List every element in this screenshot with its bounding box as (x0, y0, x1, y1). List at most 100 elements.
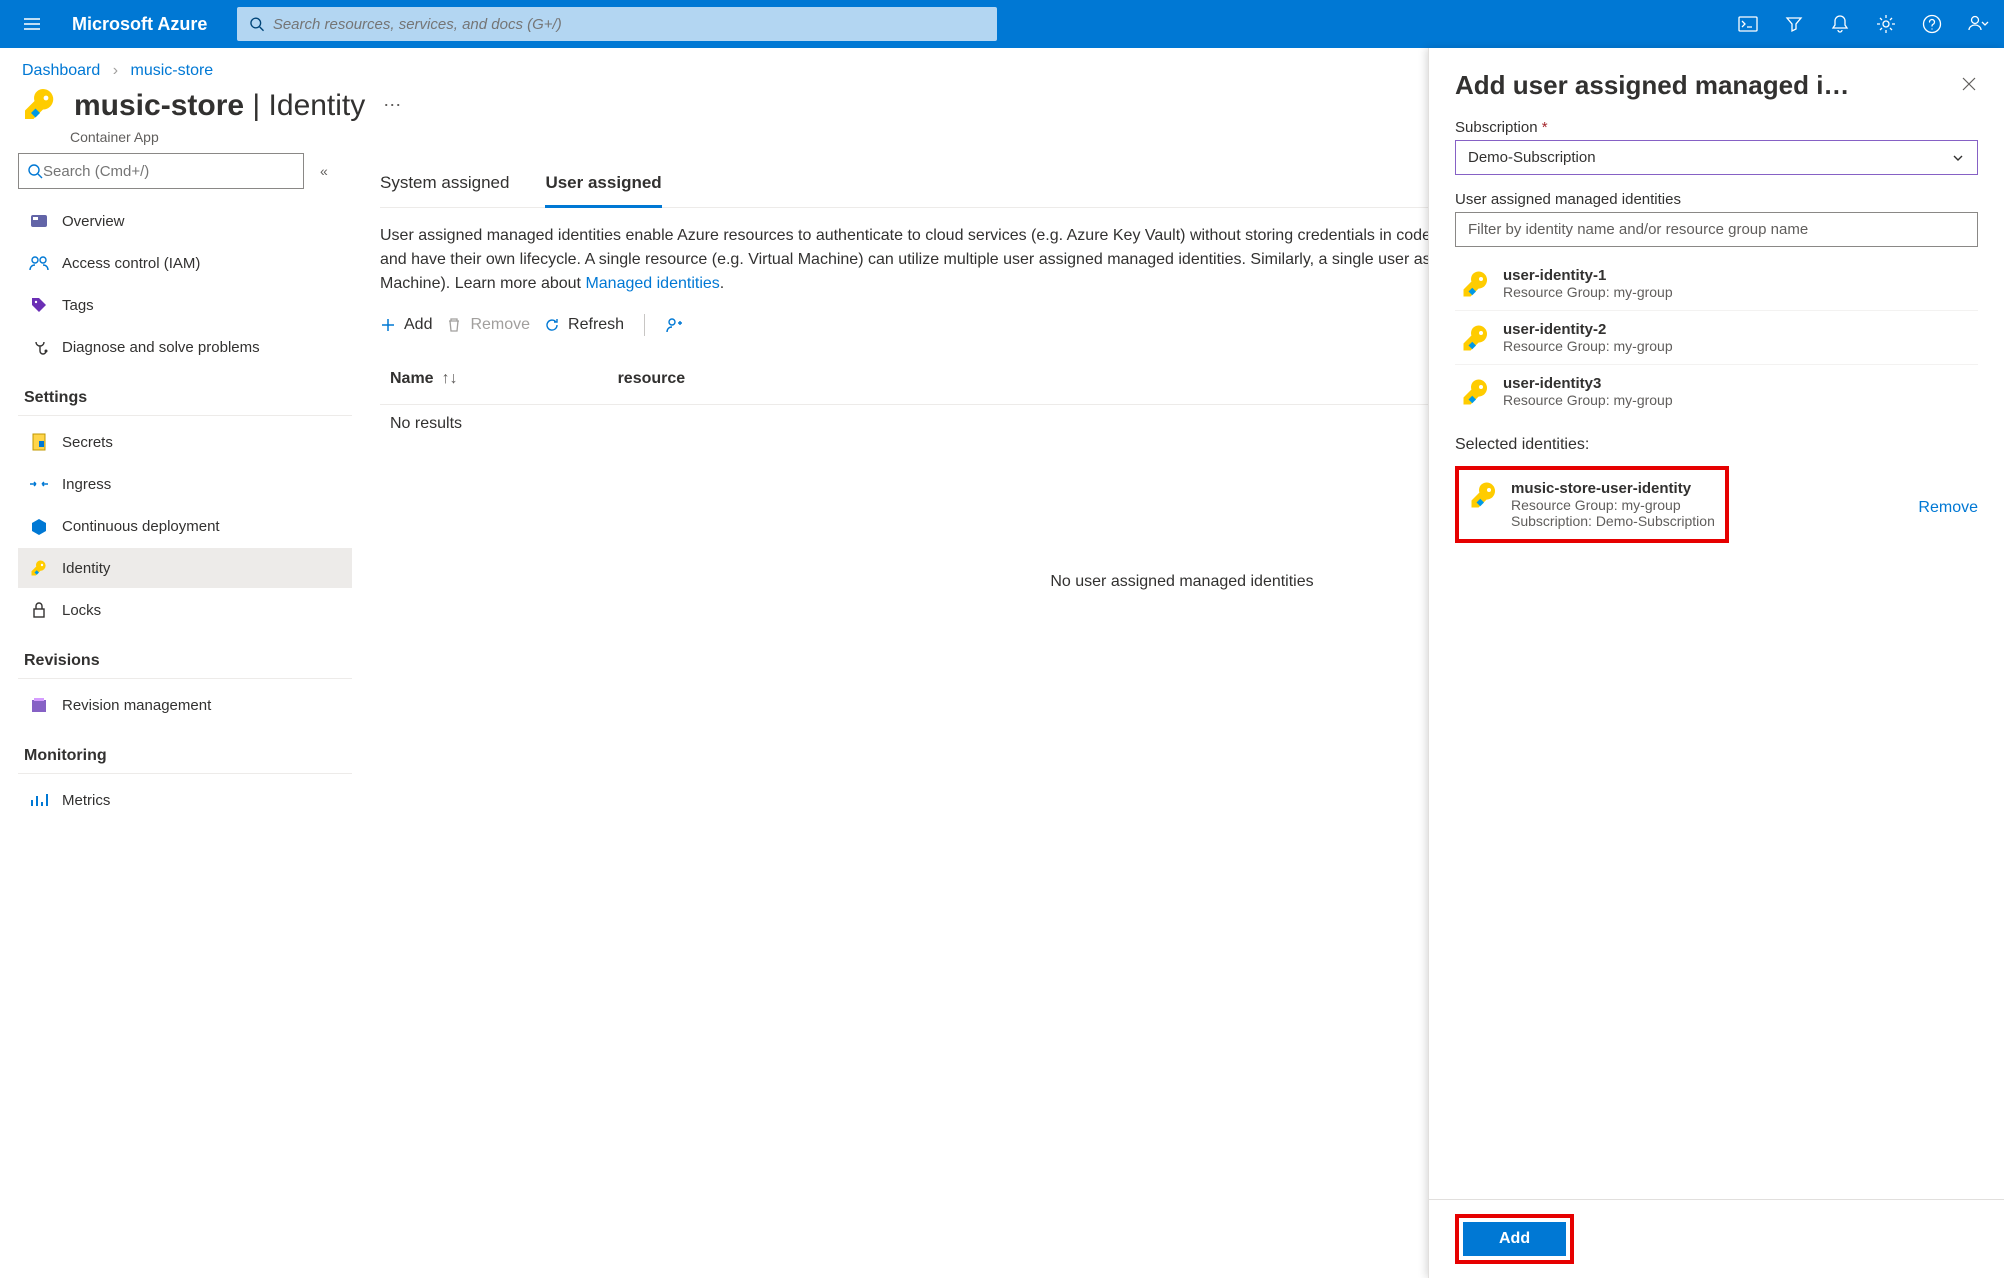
help-icon[interactable] (1918, 10, 1946, 38)
iam-icon (28, 255, 50, 271)
identity-list: user-identity-1 Resource Group: my-group… (1455, 257, 1978, 418)
assign-button[interactable] (665, 317, 683, 333)
feedback-icon[interactable] (1964, 10, 1992, 38)
managed-identities-link[interactable]: Managed identities (585, 275, 719, 292)
key-icon (22, 86, 58, 125)
sidebar-item-label: Access control (IAM) (62, 255, 200, 272)
identity-name: user-identity3 (1503, 375, 1673, 392)
key-icon (1469, 480, 1499, 510)
sidebar-item-label: Tags (62, 297, 94, 314)
collapse-sidebar-icon[interactable]: « (320, 163, 328, 179)
identity-rg: Resource Group: my-group (1503, 338, 1673, 354)
overview-icon (28, 212, 50, 230)
sidebar-item-label: Locks (62, 602, 101, 619)
sidebar-section-revisions: Revisions (18, 632, 352, 679)
plus-icon (380, 317, 396, 333)
selected-name: music-store-user-identity (1511, 480, 1715, 497)
refresh-button[interactable]: Refresh (544, 316, 624, 334)
identity-name: user-identity-2 (1503, 321, 1673, 338)
global-search[interactable] (237, 7, 997, 41)
lock-icon (28, 601, 50, 619)
global-search-input[interactable] (273, 16, 986, 33)
separator (644, 314, 645, 336)
key-icon (1461, 269, 1491, 299)
breadcrumb-item[interactable]: Dashboard (22, 62, 100, 79)
sort-icon[interactable]: ↑↓ (442, 370, 458, 387)
sidebar-search-input[interactable] (43, 163, 295, 180)
ingress-icon (28, 477, 50, 491)
cd-icon (28, 517, 50, 535)
cloud-shell-icon[interactable] (1734, 10, 1762, 38)
refresh-icon (544, 317, 560, 333)
sidebar-item-identity[interactable]: Identity (18, 548, 352, 588)
filter-icon[interactable] (1780, 10, 1808, 38)
sidebar-section-monitoring: Monitoring (18, 727, 352, 774)
sidebar-item-diagnose[interactable]: Diagnose and solve problems (18, 327, 352, 367)
hamburger-menu-icon[interactable] (12, 14, 52, 34)
sidebar-item-label: Metrics (62, 792, 110, 809)
page-section: Identity (269, 89, 366, 122)
sidebar-item-tags[interactable]: Tags (18, 285, 352, 325)
panel-title: Add user assigned managed i… (1455, 70, 1849, 101)
tab-user-assigned[interactable]: User assigned (545, 163, 661, 207)
add-button[interactable]: Add (380, 316, 432, 334)
revision-icon (28, 696, 50, 714)
topbar: Microsoft Azure (0, 0, 2004, 48)
bell-icon[interactable] (1826, 10, 1854, 38)
sidebar-item-metrics[interactable]: Metrics (18, 780, 352, 820)
sidebar-item-ingress[interactable]: Ingress (18, 464, 352, 504)
metrics-icon (28, 792, 50, 808)
remove-button: Remove (446, 316, 530, 334)
brand[interactable]: Microsoft Azure (72, 14, 207, 35)
close-icon[interactable] (1960, 75, 1978, 96)
diagnose-icon (28, 338, 50, 356)
resource-name: music-store (74, 89, 244, 122)
selected-label: Selected identities: (1455, 436, 1978, 454)
secrets-icon (28, 433, 50, 451)
sidebar-item-label: Diagnose and solve problems (62, 339, 260, 356)
sidebar-item-label: Continuous deployment (62, 518, 220, 535)
identity-row[interactable]: user-identity-2 Resource Group: my-group (1455, 311, 1978, 365)
sidebar-item-revision[interactable]: Revision management (18, 685, 352, 725)
add-button[interactable]: Add (1463, 1222, 1566, 1256)
sidebar-item-iam[interactable]: Access control (IAM) (18, 243, 352, 283)
subscription-value: Demo-Subscription (1468, 149, 1596, 166)
identities-label: User assigned managed identities (1455, 191, 1978, 208)
tags-icon (28, 296, 50, 314)
remove-link[interactable]: Remove (1918, 499, 1978, 517)
key-icon (28, 559, 50, 577)
gear-icon[interactable] (1872, 10, 1900, 38)
chevron-right-icon: › (113, 62, 118, 79)
sidebar: « Overview Access control (IAM) Tags Dia… (0, 153, 360, 1278)
subscription-label: Subscription * (1455, 119, 1978, 136)
sidebar-item-secrets[interactable]: Secrets (18, 422, 352, 462)
chevron-down-icon (1951, 151, 1965, 165)
column-name[interactable]: Name (390, 370, 434, 387)
sidebar-item-cd[interactable]: Continuous deployment (18, 506, 352, 546)
identity-rg: Resource Group: my-group (1503, 392, 1673, 408)
tab-system-assigned[interactable]: System assigned (380, 163, 509, 207)
selected-identity: music-store-user-identity Resource Group… (1455, 466, 1729, 543)
sidebar-item-label: Revision management (62, 697, 211, 714)
search-icon (27, 163, 43, 179)
sidebar-item-label: Secrets (62, 434, 113, 451)
search-icon (249, 16, 264, 32)
key-icon (1461, 377, 1491, 407)
identity-filter-input[interactable]: Filter by identity name and/or resource … (1455, 212, 1978, 247)
sidebar-item-locks[interactable]: Locks (18, 590, 352, 630)
add-identity-panel: Add user assigned managed i… Subscriptio… (1428, 48, 2004, 1278)
selected-sub: Subscription: Demo-Subscription (1511, 513, 1715, 529)
sidebar-item-overview[interactable]: Overview (18, 201, 352, 241)
more-icon[interactable]: ⋯ (383, 95, 401, 116)
person-icon (665, 317, 683, 333)
subscription-dropdown[interactable]: Demo-Subscription (1455, 140, 1978, 175)
identity-rg: Resource Group: my-group (1503, 284, 1673, 300)
breadcrumb-item[interactable]: music-store (131, 62, 214, 79)
sidebar-section-settings: Settings (18, 369, 352, 416)
column-resource[interactable]: resource (618, 370, 686, 388)
sidebar-item-label: Ingress (62, 476, 111, 493)
identity-row[interactable]: user-identity3 Resource Group: my-group (1455, 365, 1978, 418)
sidebar-item-label: Identity (62, 560, 110, 577)
identity-row[interactable]: user-identity-1 Resource Group: my-group (1455, 257, 1978, 311)
sidebar-search[interactable] (18, 153, 304, 189)
